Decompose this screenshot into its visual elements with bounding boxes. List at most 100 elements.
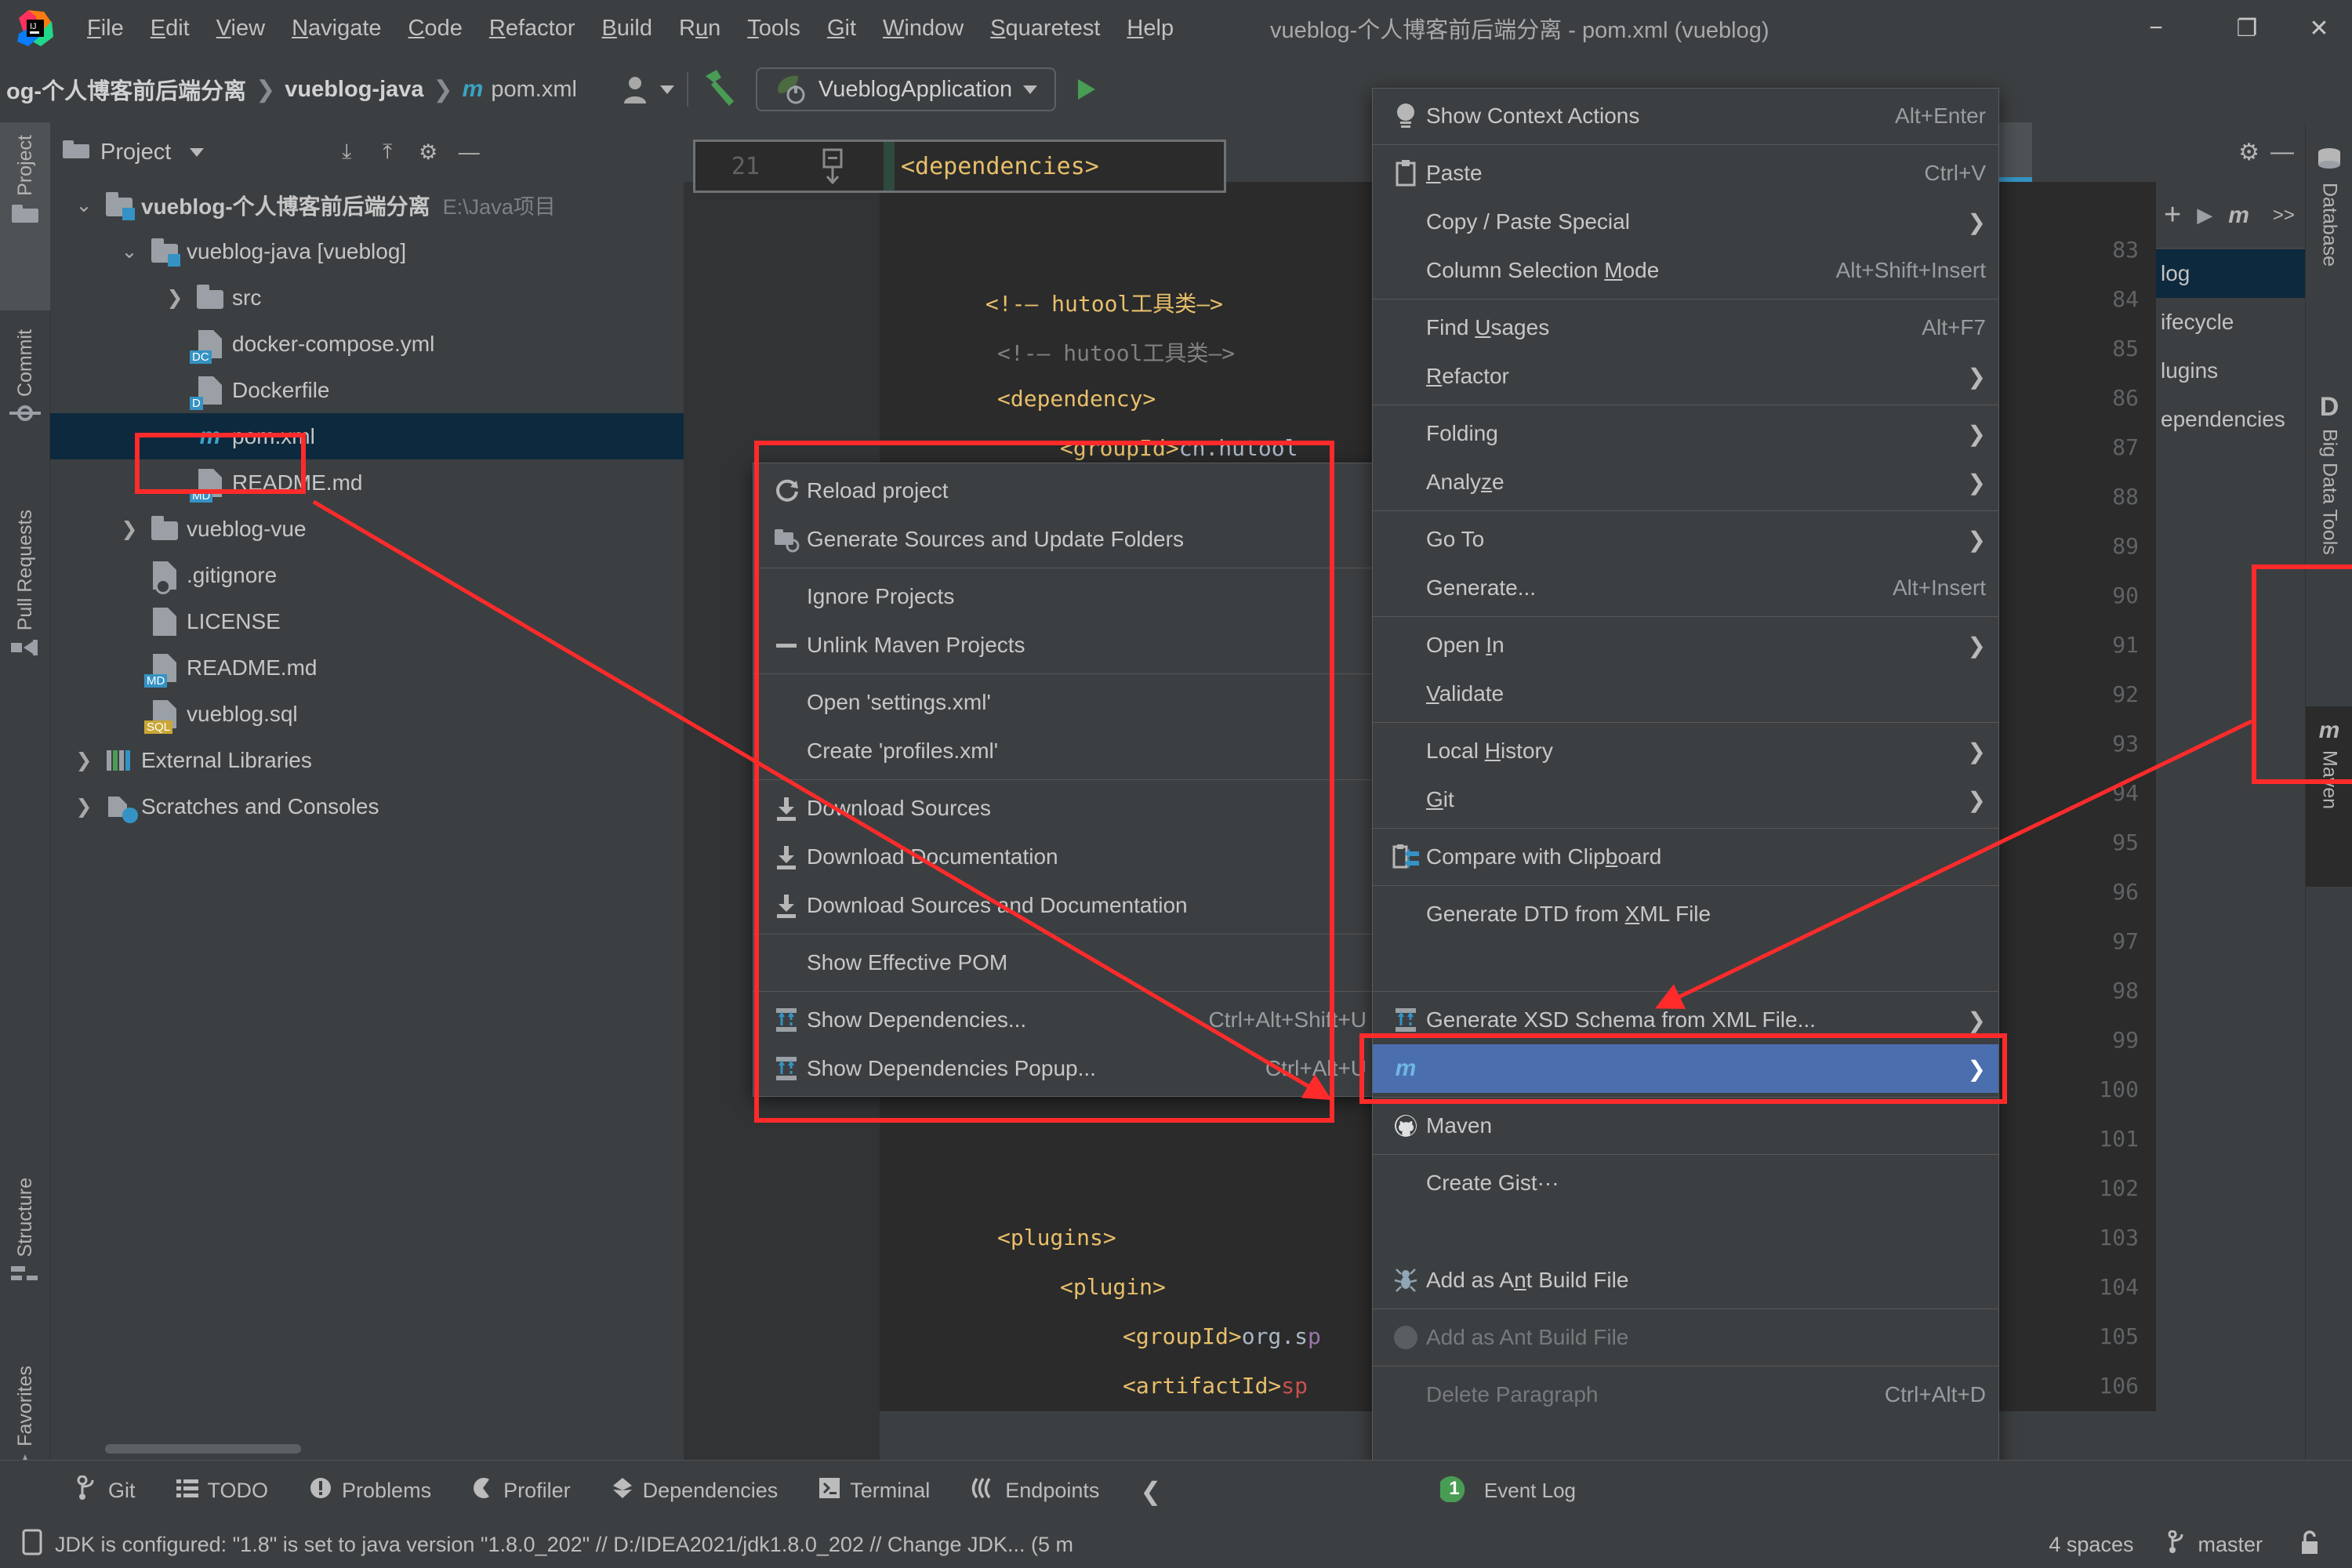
menu-code[interactable]: Code	[395, 11, 476, 46]
menu-item-generate[interactable]: Generate... Alt+Insert	[1373, 564, 1998, 612]
menu-item-paste[interactable]: Paste Ctrl+V	[1373, 149, 1998, 198]
menu-item-refactor[interactable]: Refactor ❯	[1373, 352, 1998, 401]
status-message-area[interactable]: JDK is configured: "1.8" is set to java …	[22, 1529, 1073, 1561]
tree-item-root[interactable]: ⌄ vueblog-个人博客前后端分离 E:\Java项目	[50, 182, 684, 228]
menu-item-download-sources-and-documentation[interactable]: Download Sources and Documentation	[753, 881, 1379, 930]
menu-item-create-profiles-xml[interactable]: Create 'profiles.xml'	[753, 727, 1379, 775]
menu-item-go-to[interactable]: Go To ❯	[1373, 515, 1998, 564]
bottom-button-profiler[interactable]: Profiler	[452, 1476, 591, 1505]
sidebar-item-structure[interactable]: Structure	[0, 1165, 50, 1345]
maven-tree-row-project[interactable]: log	[2156, 249, 2305, 298]
sidebar-item-maven[interactable]: m Maven	[2306, 706, 2352, 887]
menu-item-show-unique-xpath[interactable]	[1373, 1207, 1998, 1256]
menu-window[interactable]: Window	[869, 11, 977, 46]
menu-item-ignore-projects[interactable]: Ignore Projects	[753, 572, 1379, 621]
menu-item-show-effective-pom[interactable]: Show Effective POM	[753, 938, 1379, 987]
editor-context-menu[interactable]: Show Context Actions Alt+Enter Paste Ctr…	[1372, 88, 1999, 1568]
menu-item-unlink-maven-projects[interactable]: Unlink Maven Projects	[753, 621, 1379, 670]
maximize-button[interactable]: ❐	[2225, 6, 2269, 50]
tree-item-docker-compose[interactable]: DC docker-compose.yml	[50, 321, 684, 367]
menu-refactor[interactable]: Refactor	[476, 11, 589, 46]
menu-item-analyze[interactable]: Analyze ❯	[1373, 458, 1998, 506]
menu-item-column-selection-mode[interactable]: Column Selection Mode Alt+Shift+Insert	[1373, 246, 1998, 295]
tree-item-gitignore[interactable]: .gitignore	[50, 552, 684, 598]
gear-icon[interactable]: ⚙	[412, 136, 444, 168]
bottom-button-terminal[interactable]: Terminal	[798, 1476, 950, 1505]
menu-item-download-sources[interactable]: Download Sources	[753, 784, 1379, 833]
bottom-button-git[interactable]: Git	[56, 1475, 156, 1506]
menu-item-folding[interactable]: Folding ❯	[1373, 409, 1998, 458]
tree-item-scratches[interactable]: ❯ Scratches and Consoles	[50, 783, 684, 829]
bottom-bar-more-icon[interactable]: ❮	[1120, 1476, 1181, 1506]
menu-item-find-usages[interactable]: Find Usages Alt+F7	[1373, 303, 1998, 352]
menu-item-download-documentation[interactable]: Download Documentation	[753, 833, 1379, 881]
run-configuration-selector[interactable]: VueblogApplication	[756, 67, 1056, 111]
menu-item-copy-paste-special[interactable]: Copy / Paste Special ❯	[1373, 198, 1998, 246]
twisty-expanded-icon[interactable]: ⌄	[111, 240, 147, 263]
sidebar-item-database[interactable]: Database	[2306, 136, 2352, 364]
menu-build[interactable]: Build	[589, 11, 666, 46]
main-menu-bar[interactable]: File Edit View Navigate Code Refactor Bu…	[74, 11, 1187, 46]
menu-item-local-history[interactable]: Local History ❯	[1373, 727, 1998, 775]
menu-item-open-in[interactable]: Open In ❯	[1373, 621, 1998, 670]
tree-item-readme-inner[interactable]: MD README.md	[50, 459, 684, 506]
build-hammer-button[interactable]	[701, 68, 742, 111]
menu-item-show-dependencies-popup[interactable]: Show Dependencies Popup... Ctrl+Alt+U	[753, 1044, 1379, 1093]
tree-item-vueblog-vue[interactable]: ❯ vueblog-vue	[50, 506, 684, 552]
more-icon[interactable]: >>	[2273, 205, 2295, 227]
minimize-button[interactable]: −	[2134, 6, 2178, 50]
menu-item-show-context-actions[interactable]: Show Context Actions Alt+Enter	[1373, 92, 1998, 140]
menu-edit[interactable]: Edit	[137, 11, 203, 46]
close-button[interactable]: ✕	[2297, 6, 2341, 50]
menu-navigate[interactable]: Navigate	[278, 11, 394, 46]
unlocked-icon[interactable]	[2297, 1530, 2321, 1560]
tree-item-readme-root[interactable]: MD README.md	[50, 644, 684, 691]
menu-item-validate[interactable]: Validate	[1373, 670, 1998, 718]
bottom-button-dependencies[interactable]: Dependencies	[591, 1476, 799, 1505]
menu-file[interactable]: File	[74, 11, 137, 46]
sidebar-item-pull-requests[interactable]: Pull Requests	[0, 497, 50, 732]
menu-item-generate-sources[interactable]: Generate Sources and Update Folders	[753, 515, 1379, 564]
twisty-expanded-icon[interactable]: ⌄	[66, 194, 102, 217]
hide-panel-icon[interactable]: —	[2270, 139, 2294, 165]
menu-item-evaluate-xpath[interactable]: Create Gist···	[1373, 1159, 1998, 1207]
run-button[interactable]	[1078, 79, 1095, 100]
breadcrumb-project[interactable]: og-个人博客前后端分离	[6, 73, 246, 106]
indent-setting[interactable]: 4 spaces	[2049, 1533, 2133, 1557]
chevron-down-icon[interactable]	[190, 148, 204, 157]
vcs-user-button[interactable]	[621, 74, 674, 105]
maven-submenu[interactable]: Reload project Generate Sources and Upda…	[753, 463, 1380, 1097]
menu-tools[interactable]: Tools	[734, 11, 814, 46]
tree-item-license[interactable]: LICENSE	[50, 598, 684, 644]
maven-tree-row-dependencies[interactable]: ependencies	[2156, 395, 2305, 444]
menu-item-add-as-ant-build-file[interactable]: Add as Ant Build File	[1373, 1256, 1998, 1305]
menu-item-git[interactable]: Git ❯	[1373, 775, 1998, 824]
twisty-collapsed-icon[interactable]: ❯	[157, 286, 193, 310]
twisty-collapsed-icon[interactable]: ❯	[66, 795, 102, 818]
event-log-button[interactable]: 1 Event Log	[1440, 1475, 2352, 1507]
menu-help[interactable]: Help	[1113, 11, 1187, 46]
sidebar-item-big-data-tools[interactable]: D Big Data Tools	[2306, 381, 2352, 695]
tree-item-external-libraries[interactable]: ❯ External Libraries	[50, 737, 684, 783]
fold-marker-icon[interactable]	[782, 148, 884, 184]
maven-m-icon[interactable]: m	[2228, 202, 2249, 229]
tree-item-vueblog-sql[interactable]: SQL vueblog.sql	[50, 691, 684, 737]
menu-item-compare-with-clipboard[interactable]: Compare with Clipboard	[1373, 833, 1998, 881]
expand-all-icon[interactable]: ⤓	[331, 136, 362, 168]
sidebar-item-commit[interactable]: Commit	[0, 317, 50, 489]
git-branch-widget[interactable]: master	[2168, 1530, 2263, 1559]
sidebar-item-project[interactable]: Project	[0, 122, 50, 310]
menu-squaretest[interactable]: Squaretest	[977, 11, 1113, 46]
bottom-button-problems[interactable]: Problems	[289, 1476, 452, 1505]
bottom-button-endpoints[interactable]: Endpoints	[950, 1476, 1120, 1505]
twisty-collapsed-icon[interactable]: ❯	[111, 517, 147, 541]
menu-item-generate-dtd-from-xml-file[interactable]: Generate DTD from XML File	[1373, 890, 1998, 938]
bottom-button-todo[interactable]: TODO	[156, 1477, 289, 1504]
collapse-all-icon[interactable]: ⤒	[372, 136, 403, 168]
project-panel-scrollbar[interactable]	[105, 1444, 301, 1454]
menu-view[interactable]: View	[203, 11, 278, 46]
menu-item-generate-xsd-schema-from-xml-file[interactable]	[1373, 938, 1998, 987]
breadcrumb-module[interactable]: vueblog-java	[285, 77, 423, 103]
maven-tree-row-lifecycle[interactable]: ifecycle	[2156, 298, 2305, 347]
maven-tree-row-plugins[interactable]: lugins	[2156, 347, 2305, 395]
